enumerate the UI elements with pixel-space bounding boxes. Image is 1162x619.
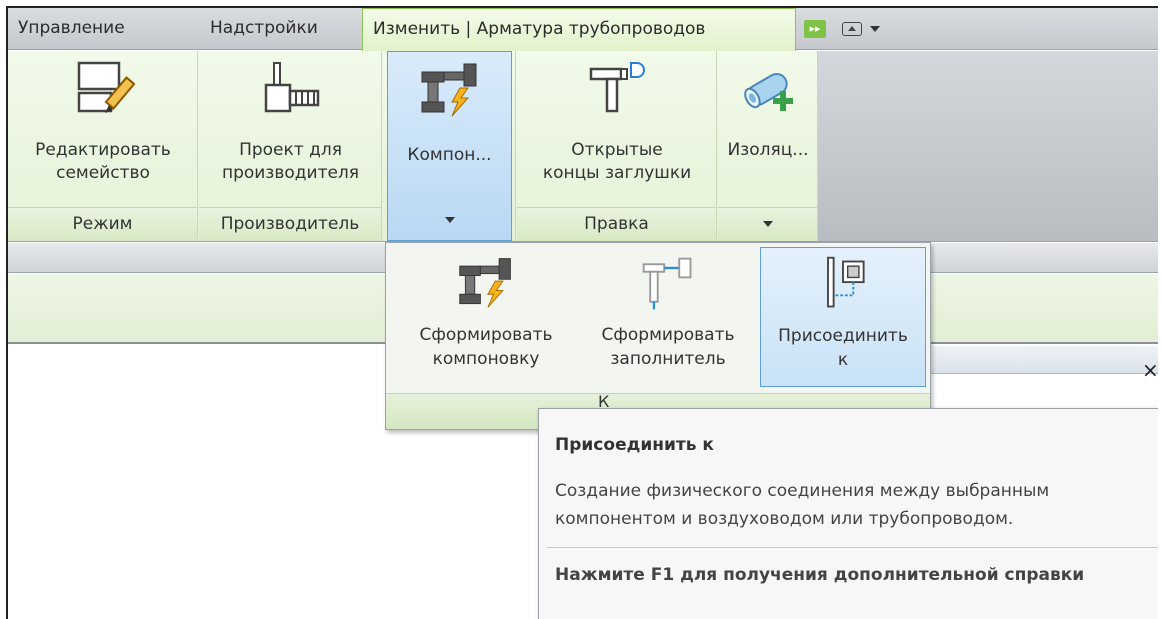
chevron-down-icon bbox=[870, 26, 881, 32]
manufacturer-design-label: Проект для производителя bbox=[221, 140, 360, 183]
ribbon-empty-area bbox=[818, 51, 1158, 241]
manufacturer-design-button[interactable]: Проект для производителя bbox=[203, 51, 378, 203]
dd-generate-placeholder[interactable]: Сформировать заполнитель bbox=[578, 247, 758, 387]
panel-manufacturer-title: Производитель bbox=[199, 207, 381, 241]
panel-visibility-dropdown[interactable] bbox=[842, 17, 884, 41]
edit-family-label: Редактировать семейство bbox=[35, 140, 171, 183]
tooltip-description: Создание физического соединения между вы… bbox=[555, 481, 1050, 529]
dd-connect-into-label: Присоединить к bbox=[778, 326, 908, 370]
dd-generate-layout[interactable]: Сформировать компоновку bbox=[396, 247, 576, 387]
panel-manufacturer: Проект для производителя Производитель bbox=[199, 51, 382, 241]
add-insulation-label: Изоляц... bbox=[727, 140, 809, 160]
app-window: Управление Надстройки Изменить | Арматур… bbox=[6, 6, 1158, 619]
panel-mode: Редактировать семейство Режим bbox=[8, 51, 198, 241]
panel-mode-title: Режим bbox=[8, 207, 197, 241]
close-view-icon[interactable]: × bbox=[1142, 358, 1158, 382]
layout-dropdown-menu: Сформировать компоновку Сформировать зап… bbox=[385, 242, 931, 430]
connect-into-icon bbox=[811, 254, 875, 318]
generate-layout-icon bbox=[418, 58, 482, 126]
generate-placeholder-icon bbox=[636, 253, 700, 317]
edit-family-button[interactable]: Редактировать семейство bbox=[12, 51, 194, 203]
chevron-down-icon bbox=[444, 216, 455, 223]
panel-edit: Открытые концы заглушки Правка bbox=[517, 51, 717, 241]
dd-generate-layout-label: Сформировать компоновку bbox=[419, 325, 553, 369]
ribbon: Редактировать семейство Режим Проект для… bbox=[8, 51, 1158, 242]
panel-edit-title: Правка bbox=[517, 207, 716, 241]
tab-modify-label: Изменить | Арматура трубопроводов bbox=[373, 19, 706, 39]
insulation-dropdown-arrow[interactable] bbox=[718, 207, 817, 241]
tooltip: Присоединить к Создание физического соед… bbox=[538, 408, 1158, 619]
generate-layout-icon bbox=[454, 253, 518, 317]
chevron-down-icon bbox=[762, 221, 773, 227]
cap-open-ends-icon bbox=[585, 57, 649, 125]
manufacturer-design-icon bbox=[256, 57, 326, 125]
layout-split-button[interactable]: Компон... bbox=[387, 51, 512, 241]
add-insulation-icon bbox=[736, 57, 800, 125]
panel-insulation: Изоляц... bbox=[718, 51, 818, 241]
tooltip-title: Присоединить к bbox=[555, 435, 714, 455]
ribbon-tab-bar: Управление Надстройки Изменить | Арматур… bbox=[8, 8, 1158, 51]
panel-toggle-icon bbox=[842, 22, 862, 36]
contextual-expand-icon[interactable]: ▸▸ bbox=[804, 20, 826, 38]
layout-dropdown-arrow[interactable] bbox=[388, 209, 511, 228]
tooltip-divider bbox=[547, 547, 1158, 548]
tab-manage[interactable]: Управление bbox=[8, 8, 198, 50]
panel-layout: Компон... bbox=[383, 51, 516, 241]
dd-generate-placeholder-label: Сформировать заполнитель bbox=[601, 325, 735, 369]
edit-family-icon bbox=[71, 57, 136, 125]
cap-open-ends-label: Открытые концы заглушки bbox=[542, 140, 692, 183]
view-title-strip bbox=[908, 346, 1158, 374]
tab-addins[interactable]: Надстройки bbox=[200, 8, 360, 50]
tooltip-help-hint: Нажмите F1 для получения дополнительной … bbox=[555, 565, 1085, 585]
dd-connect-into[interactable]: Присоединить к bbox=[760, 247, 926, 387]
cap-open-ends-button[interactable]: Открытые концы заглушки bbox=[521, 51, 713, 203]
add-insulation-button[interactable]: Изоляц... bbox=[722, 51, 814, 203]
layout-label: Компон... bbox=[407, 145, 492, 165]
tab-modify-pipe-accessories[interactable]: Изменить | Арматура трубопроводов bbox=[362, 8, 796, 51]
